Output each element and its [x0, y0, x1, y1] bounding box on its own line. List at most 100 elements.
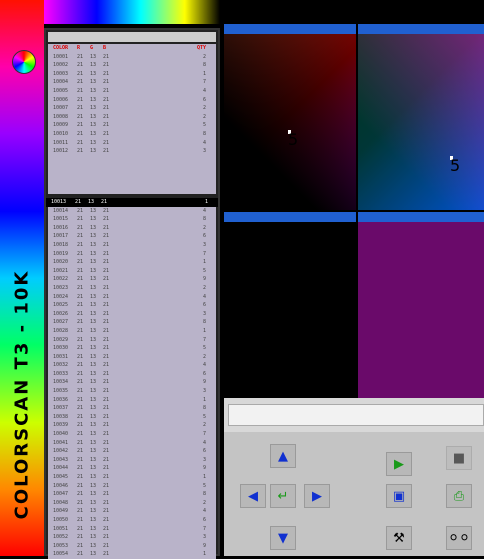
value-r-cell: 21 [77, 422, 84, 429]
list-row[interactable]: 10045 21 13 21 1 [48, 473, 216, 482]
print-button[interactable]: ⎙ [446, 484, 472, 508]
list-row[interactable]: 10011 21 13 21 4 [48, 139, 216, 148]
list-row[interactable]: 10022 21 13 21 9 [48, 275, 216, 284]
list-row[interactable]: 10016 21 13 21 2 [48, 224, 216, 233]
enter-icon: ↵ [277, 488, 289, 504]
list-row[interactable]: 10053 21 13 21 9 [48, 542, 216, 551]
position-marker[interactable]: 5 [450, 156, 460, 175]
list-row[interactable]: 10033 21 13 21 6 [48, 370, 216, 379]
list-row[interactable]: 10027 21 13 21 8 [48, 318, 216, 327]
list-row[interactable]: 10025 21 13 21 6 [48, 301, 216, 310]
list-row[interactable]: 10003 21 13 21 1 [48, 70, 216, 79]
save-button[interactable]: ▣ [386, 484, 412, 508]
value-g-cell: 13 [90, 499, 97, 506]
view-button[interactable]: ⚪⚪ [446, 526, 472, 550]
list-row[interactable]: 10014 21 13 21 4 [48, 207, 216, 216]
list-row[interactable]: 10004 21 13 21 7 [48, 78, 216, 87]
color-gradient-view[interactable]: 5 [224, 34, 356, 210]
value-b-cell: 21 [103, 284, 110, 291]
list-row[interactable]: 10021 21 13 21 5 [48, 267, 216, 276]
list-row[interactable]: 10023 21 13 21 2 [48, 284, 216, 293]
play-button[interactable]: ▶ [386, 452, 412, 476]
panel-top-right[interactable]: 5 [358, 24, 484, 210]
enter-button[interactable]: ↵ [270, 484, 296, 508]
list-row[interactable]: 10047 21 13 21 8 [48, 490, 216, 499]
list-row[interactable]: 10052 21 13 21 3 [48, 533, 216, 542]
list-row[interactable]: 10010 21 13 21 8 [48, 130, 216, 139]
count-cell: 5 [202, 122, 206, 129]
list-upper-section[interactable]: COLOR R G B QTY 10001 21 13 21 2 10002 21 13 21 8 10003… [48, 44, 216, 194]
list-row[interactable]: 10015 21 13 21 8 [48, 215, 216, 224]
list-row[interactable]: 10042 21 13 21 6 [48, 447, 216, 456]
list-row[interactable]: 10054 21 13 21 1 [48, 550, 216, 559]
list-row[interactable]: 10049 21 13 21 4 [48, 507, 216, 516]
list-row[interactable]: 10009 21 13 21 5 [48, 121, 216, 130]
list-row[interactable]: 10028 21 13 21 1 [48, 327, 216, 336]
list-row[interactable]: 10035 21 13 21 3 [48, 387, 216, 396]
list-row[interactable]: 10008 21 13 21 2 [48, 113, 216, 122]
value-b-cell: 21 [103, 139, 110, 146]
list-row[interactable]: 10020 21 13 21 1 [48, 258, 216, 267]
list-row[interactable]: 10050 21 13 21 6 [48, 516, 216, 525]
list-row[interactable]: 10041 21 13 21 4 [48, 439, 216, 448]
count-cell: 2 [202, 422, 206, 429]
value-b-cell: 21 [103, 508, 110, 515]
list-row[interactable]: 10030 21 13 21 5 [48, 344, 216, 353]
arrow-up-button[interactable]: ▲ [270, 444, 296, 468]
color-code-cell: 10037 [53, 405, 69, 412]
value-b-cell: 21 [103, 293, 110, 300]
color-gradient-view[interactable]: 5 [358, 34, 484, 210]
arrow-left-button[interactable]: ◀ [240, 484, 266, 508]
value-b-cell: 21 [103, 336, 110, 343]
position-marker[interactable]: 5 [288, 130, 298, 149]
list-row[interactable]: 10032 21 13 21 4 [48, 361, 216, 370]
value-r-cell: 21 [77, 267, 84, 274]
arrow-down-button[interactable]: ▼ [270, 526, 296, 550]
value-r-cell: 21 [77, 148, 84, 155]
color-code-cell: 10023 [53, 284, 69, 291]
list-row[interactable]: 10051 21 13 21 7 [48, 525, 216, 534]
list-row[interactable]: 10044 21 13 21 9 [48, 464, 216, 473]
list-row[interactable]: 10043 21 13 21 3 [48, 456, 216, 465]
value-g-cell: 13 [90, 396, 97, 403]
list-row[interactable]: 10012 21 13 21 3 [48, 147, 216, 156]
list-row[interactable]: 10007 21 13 21 2 [48, 104, 216, 113]
list-row[interactable]: 10034 21 13 21 9 [48, 378, 216, 387]
list-row[interactable]: 10037 21 13 21 8 [48, 404, 216, 413]
list-row[interactable]: 10040 21 13 21 7 [48, 430, 216, 439]
arrow-right-button[interactable]: ▶ [304, 484, 330, 508]
list-row[interactable]: 10026 21 13 21 3 [48, 310, 216, 319]
list-row[interactable]: 10017 21 13 21 6 [48, 232, 216, 241]
value-b-cell: 21 [103, 422, 110, 429]
view-icon: ⚪⚪ [448, 530, 470, 546]
list-row[interactable]: 10019 21 13 21 7 [48, 250, 216, 259]
stop-button[interactable]: ■ [446, 446, 472, 470]
list-row[interactable]: 10001 21 13 21 2 [48, 53, 216, 62]
value-b-cell: 21 [103, 396, 110, 403]
value-b-cell: 21 [103, 310, 110, 317]
list-row[interactable]: 10018 21 13 21 3 [48, 241, 216, 250]
count-cell: 8 [202, 405, 206, 412]
list-row[interactable]: 10048 21 13 21 2 [48, 499, 216, 508]
list-row[interactable]: 10005 21 13 21 4 [48, 87, 216, 96]
value-g-cell: 13 [90, 362, 97, 369]
value-g-cell: 13 [88, 199, 95, 205]
list-row[interactable]: 10038 21 13 21 5 [48, 413, 216, 422]
list-row-selected[interactable]: 10013 21 13 21 1 [46, 198, 218, 207]
value-r-cell: 21 [77, 70, 84, 77]
list-lower-section[interactable]: 10014 21 13 21 4 10015 21 13 21 8 10016 21 13 21 2 1001… [48, 206, 216, 559]
value-r-cell: 21 [77, 241, 84, 248]
list-row[interactable]: 10006 21 13 21 6 [48, 96, 216, 105]
color-code-cell: 10006 [53, 96, 69, 103]
value-g-cell: 13 [90, 413, 97, 420]
list-row[interactable]: 10024 21 13 21 4 [48, 293, 216, 302]
list-row[interactable]: 10036 21 13 21 1 [48, 396, 216, 405]
list-row[interactable]: 10039 21 13 21 2 [48, 421, 216, 430]
panel-top-left[interactable]: 5 [224, 24, 356, 210]
list-row[interactable]: 10029 21 13 21 7 [48, 336, 216, 345]
list-row[interactable]: 10002 21 13 21 8 [48, 61, 216, 70]
color-code-cell: 10004 [53, 79, 69, 86]
list-row[interactable]: 10031 21 13 21 2 [48, 353, 216, 362]
tools-button[interactable]: ⚒ [386, 526, 412, 550]
list-row[interactable]: 10046 21 13 21 5 [48, 482, 216, 491]
